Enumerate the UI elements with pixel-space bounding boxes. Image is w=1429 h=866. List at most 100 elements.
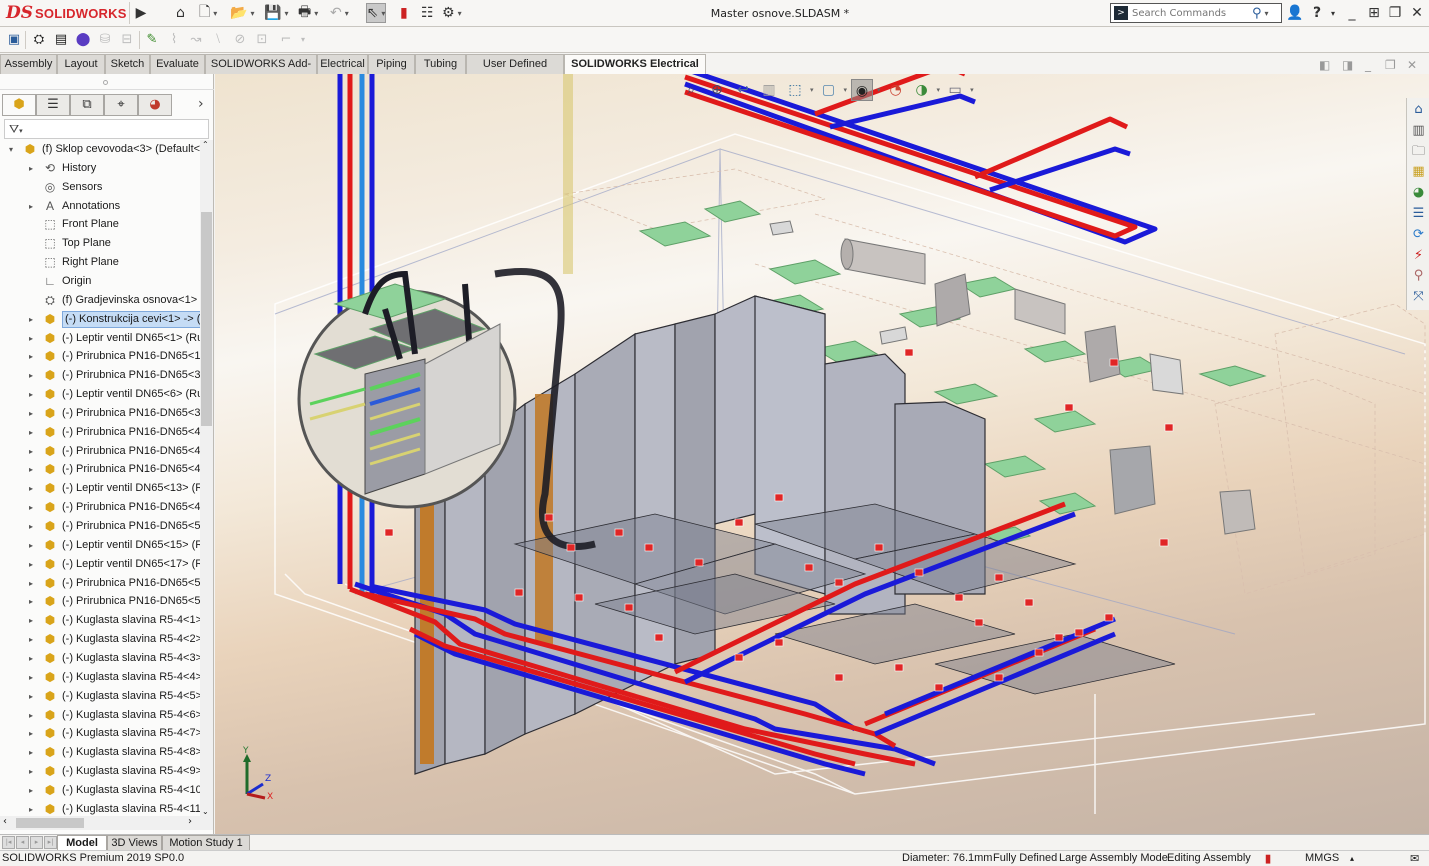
- sketch-icon[interactable]: ✎: [143, 31, 161, 49]
- display-icon[interactable]: ▣: [5, 31, 23, 49]
- tree-item[interactable]: ▸ ⬢ (-) Prirubnica PN16-DN65<40>: [0, 423, 200, 442]
- graphics-area[interactable]: ⌕ ⊕ ↩ ▥ ⬚ ▾ ▢ ▾ ◉ ▾ ◔ ◑ ▾ ▭ ▾ Y Z X: [215, 74, 1429, 834]
- tree-item[interactable]: ⬚ Front Plane: [0, 215, 200, 234]
- view-settings-icon[interactable]: ▭: [944, 79, 966, 101]
- open-icon[interactable]: 📂 ▾: [230, 3, 254, 23]
- route-icon[interactable]: ⌇: [165, 31, 183, 49]
- tree-item[interactable]: ▸ ⬢ (-) Prirubnica PN16-DN65<36>: [0, 404, 200, 423]
- tree-item[interactable]: ▸ ⬢ (-) Kuglasta slavina R5-4<7> (D: [0, 724, 200, 743]
- connector-dropdown-arrow[interactable]: ▾: [294, 31, 312, 49]
- close-button[interactable]: ✕: [1408, 5, 1426, 21]
- search-commands[interactable]: > ⚲ ▾: [1110, 3, 1282, 23]
- expand-arrow-icon[interactable]: ▸: [26, 668, 36, 687]
- tree-item[interactable]: ▸ ⬢ (-) Leptir ventil DN65<1> (Ruc: [0, 329, 200, 348]
- minimize-button[interactable]: _: [1343, 5, 1361, 21]
- expand-arrow-icon[interactable]: ▸: [26, 479, 36, 498]
- search-commands-input[interactable]: [1132, 7, 1252, 19]
- tree-item[interactable]: ▸ ⬢ (-) Leptir ventil DN65<15> (Ru: [0, 536, 200, 555]
- search-icon[interactable]: ⚲: [1252, 6, 1262, 21]
- new-document-icon[interactable]: 🗋 ▾: [199, 3, 217, 23]
- edit-route-icon[interactable]: ↝: [187, 31, 205, 49]
- unit-system-arrow[interactable]: ▴: [1350, 854, 1354, 863]
- tab-assembly[interactable]: Assembly: [0, 54, 57, 74]
- mate-icon[interactable]: ▤: [52, 31, 70, 49]
- expand-arrow-icon[interactable]: ▸: [26, 762, 36, 781]
- expand-arrow-icon[interactable]: ▸: [26, 630, 36, 649]
- tab-evaluate[interactable]: Evaluate: [150, 54, 205, 74]
- expand-arrow-icon[interactable]: ▸: [26, 781, 36, 800]
- expand-arrow-icon[interactable]: ▸: [26, 197, 36, 216]
- save-icon[interactable]: 💾 ▾: [264, 3, 288, 23]
- view-orientation-icon[interactable]: ⬚: [784, 79, 806, 101]
- zoom-to-area-icon[interactable]: ⊕: [706, 79, 728, 101]
- expand-arrow-icon[interactable]: ▸: [26, 159, 36, 178]
- tree-item[interactable]: ▸ ⬢ (-) Prirubnica PN16-DN65<50>: [0, 517, 200, 536]
- custom-properties-icon[interactable]: ☰: [1409, 204, 1428, 223]
- expand-arrow-icon[interactable]: ▸: [26, 347, 36, 366]
- tree-item[interactable]: ▸ ⬢ (-) Kuglasta slavina R5-4<6> (D: [0, 706, 200, 725]
- tree-item[interactable]: ▸ ⬢ (-) Prirubnica PN16-DN65<32>: [0, 366, 200, 385]
- tree-item[interactable]: ▸ ⬢ (-) Konstrukcija cevi<1> -> (De: [0, 310, 200, 329]
- tree-horizontal-scrollbar[interactable]: ‹ ›: [0, 816, 213, 830]
- scroll-down-arrow[interactable]: ⌄: [202, 807, 209, 816]
- expand-arrow-icon[interactable]: ▸: [26, 574, 36, 593]
- expand-arrow-icon[interactable]: ▸: [26, 743, 36, 762]
- tree-item[interactable]: ▸ ⬢ (-) Prirubnica PN16-DN65<52>: [0, 574, 200, 593]
- expand-arrow-icon[interactable]: ▸: [26, 536, 36, 555]
- hud-dropdown-arrow[interactable]: ▾: [844, 86, 848, 94]
- scroll-right-arrow[interactable]: ›: [188, 816, 192, 827]
- tree-item[interactable]: ▸ ⬢ (-) Prirubnica PN16-DN65<44>: [0, 442, 200, 461]
- first-tab-button[interactable]: |◂: [2, 836, 15, 849]
- configurationmanager-tab[interactable]: ⧉: [70, 94, 104, 116]
- options-icon[interactable]: ⚙ ▾: [442, 3, 462, 23]
- restore-button[interactable]: ❐: [1386, 5, 1404, 21]
- expand-arrow-icon[interactable]: ▸: [26, 498, 36, 517]
- tree-item[interactable]: ▸ ⬢ (-) Kuglasta slavina R5-4<1> (D: [0, 611, 200, 630]
- move-component-icon[interactable]: ⊟: [118, 31, 136, 49]
- zoom-to-fit-icon[interactable]: ⌕: [680, 79, 702, 101]
- tab-solidworks-electrical-3d[interactable]: SOLIDWORKS Electrical 3D: [564, 54, 706, 88]
- expand-arrow-icon[interactable]: ▸: [26, 423, 36, 442]
- expand-arrow-icon[interactable]: ▸: [26, 310, 36, 329]
- rebuild-icon[interactable]: ▮: [400, 3, 408, 23]
- tree-item[interactable]: ◎ Sensors: [0, 178, 200, 197]
- connector-icon[interactable]: ⌐: [277, 31, 295, 49]
- appearances-icon[interactable]: ◕: [1409, 183, 1428, 202]
- tab-layout[interactable]: Layout: [57, 54, 105, 74]
- expand-arrow-icon[interactable]: ▸: [26, 517, 36, 536]
- minimize-view-button[interactable]: _: [1365, 58, 1371, 72]
- suppress-icon[interactable]: ⊘: [231, 31, 249, 49]
- tile-button[interactable]: ⊞: [1365, 5, 1383, 21]
- tree-item[interactable]: ▸ ⬢ (-) Prirubnica PN16-DN65<1>: [0, 347, 200, 366]
- prev-tab-button[interactable]: ◂: [16, 836, 29, 849]
- hide-show-items-icon[interactable]: ◉: [851, 79, 874, 101]
- dropdown-arrow[interactable]: ▾: [213, 9, 217, 18]
- featuremanager-tab[interactable]: ⬢: [2, 94, 36, 116]
- tree-item[interactable]: ▸ ⬢ (-) Prirubnica PN16-DN65<54>: [0, 592, 200, 611]
- flatten-route-icon[interactable]: ⧵: [209, 31, 227, 49]
- tree-filter[interactable]: ⛛▾: [4, 119, 209, 139]
- tree-item[interactable]: ▸ ⬢ (-) Leptir ventil DN65<6> (Ruc: [0, 385, 200, 404]
- harness-icon[interactable]: ⊡: [253, 31, 271, 49]
- edit-appearance-icon[interactable]: ◔: [885, 79, 907, 101]
- dropdown-arrow[interactable]: ▾: [284, 9, 288, 18]
- tree-item[interactable]: ▸ ⬢ (-) Kuglasta slavina R5-4<10> (: [0, 781, 200, 800]
- tab-sketch[interactable]: Sketch: [105, 54, 150, 74]
- dropdown-arrow[interactable]: ▾: [250, 9, 254, 18]
- solidworks-forum-icon[interactable]: ⟳: [1409, 225, 1428, 244]
- insert-component-icon[interactable]: ⛭: [30, 31, 48, 49]
- previous-view-icon[interactable]: ↩: [732, 79, 754, 101]
- tree-vertical-scrollbar[interactable]: ⌃ ⌄: [200, 140, 213, 816]
- tree-item[interactable]: ▸ A Annotations: [0, 197, 200, 216]
- tab-tubing[interactable]: Tubing: [415, 54, 466, 74]
- electrical-icon[interactable]: ⚡: [1409, 246, 1428, 265]
- section-view-icon[interactable]: ▥: [758, 79, 780, 101]
- unit-system[interactable]: MMGS: [1305, 852, 1339, 864]
- tree-item[interactable]: ▸ ⬢ (-) Kuglasta slavina R5-4<8> (D: [0, 743, 200, 762]
- expand-arrow-icon[interactable]: ▸: [26, 442, 36, 461]
- next-tab-button[interactable]: ▸: [30, 836, 43, 849]
- tab-3d-views[interactable]: 3D Views: [107, 835, 162, 851]
- expand-arrow-icon[interactable]: ▸: [26, 724, 36, 743]
- rebuild-indicator-icon[interactable]: ▮: [1265, 852, 1271, 865]
- tree-item[interactable]: ▸ ⬢ (-) Leptir ventil DN65<13> (Ru: [0, 479, 200, 498]
